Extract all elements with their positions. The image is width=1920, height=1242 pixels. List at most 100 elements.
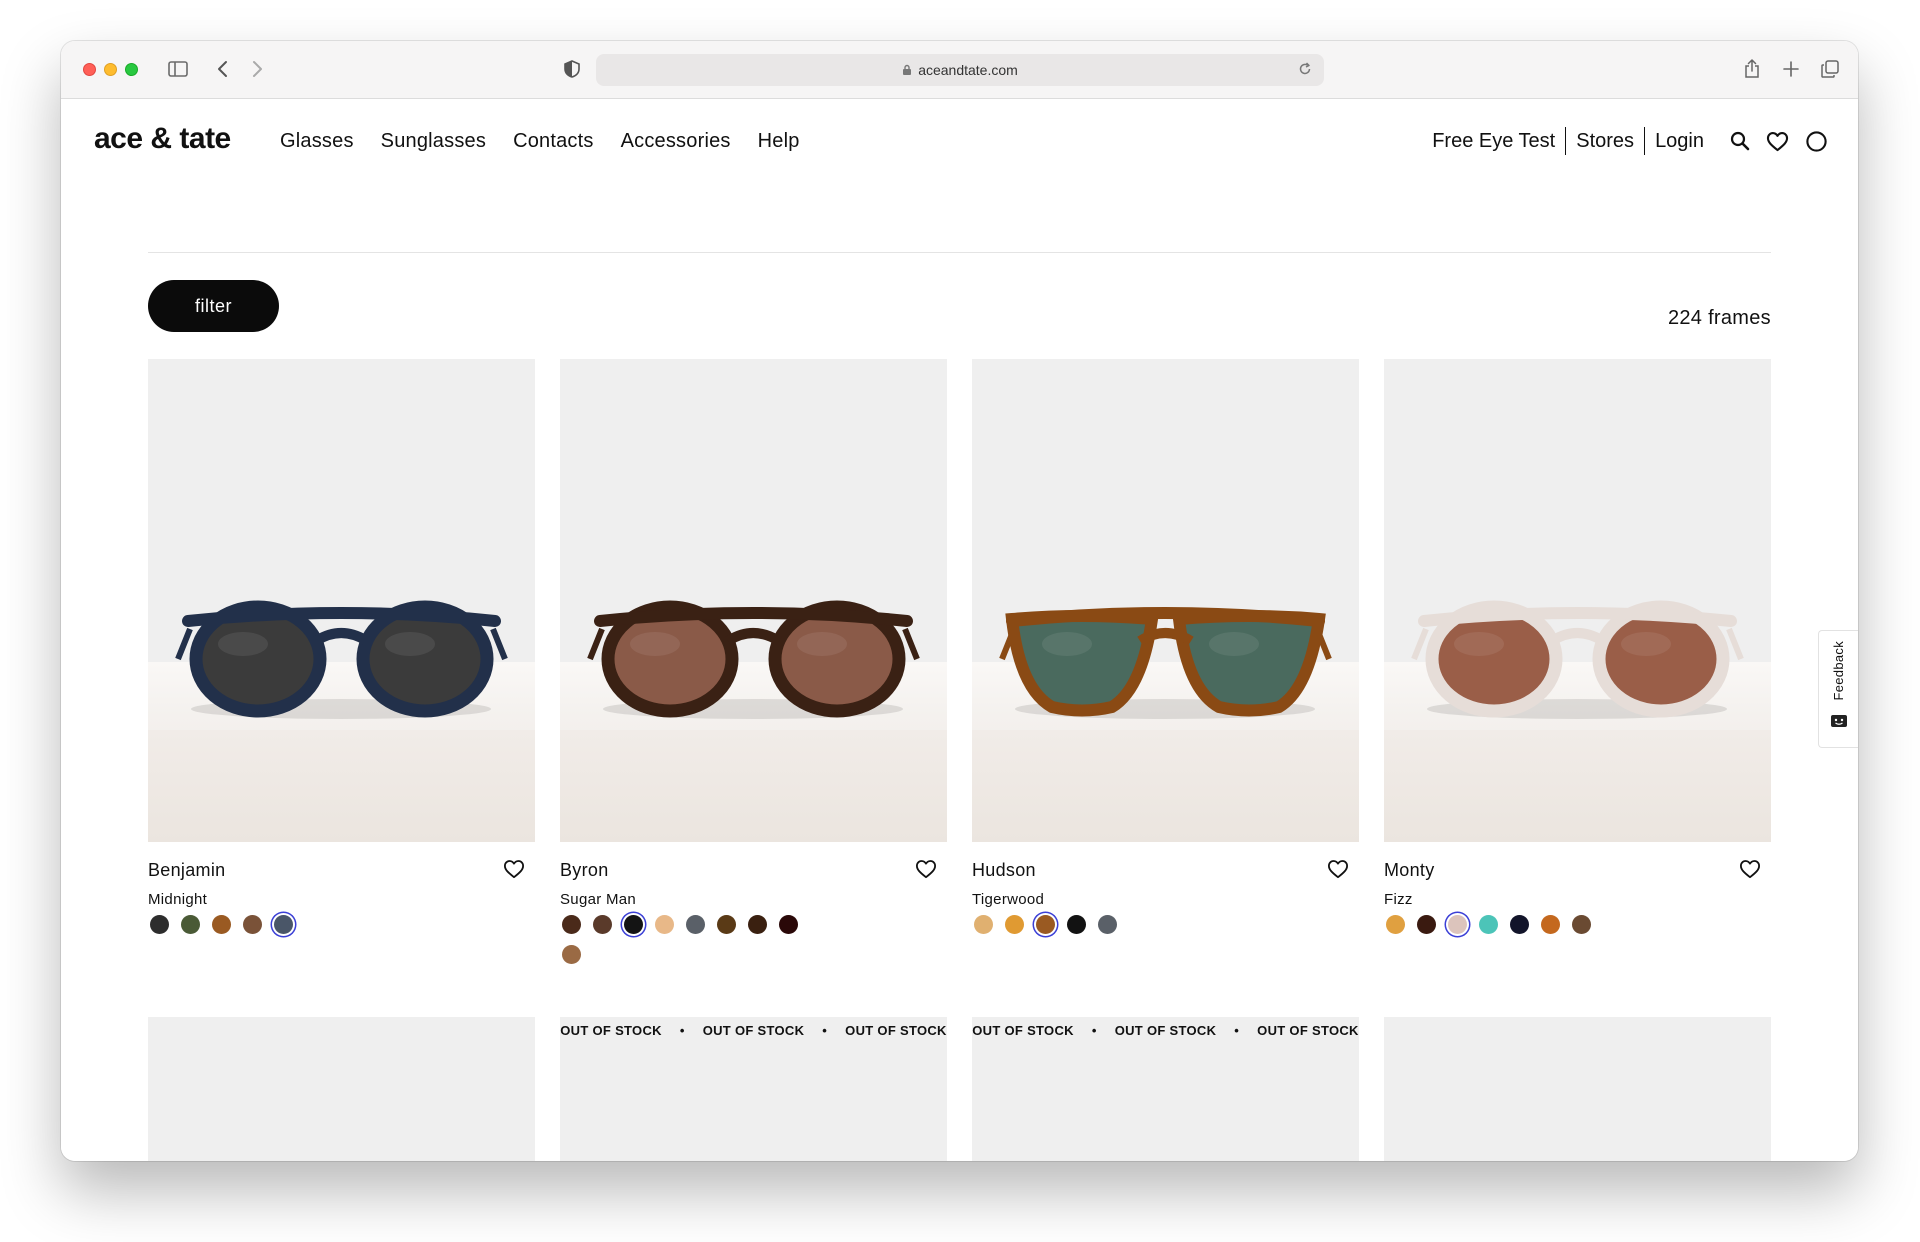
color-swatches [974, 915, 1214, 934]
tab-overview-icon[interactable] [1819, 55, 1841, 83]
color-swatch[interactable] [1067, 915, 1086, 934]
nav-help[interactable]: Help [758, 130, 800, 153]
out-of-stock-label: OUT OF STOCK [972, 1023, 1074, 1038]
product-image[interactable] [1384, 1017, 1771, 1161]
stock-banner: OUT OF STOCK • OUT OF STOCK • OUT OF STOCK [560, 1023, 947, 1038]
color-swatch[interactable] [1448, 915, 1467, 934]
wishlist-heart-icon[interactable] [1766, 131, 1789, 152]
product-image[interactable]: OUT OF STOCK • OUT OF STOCK • OUT OF STOCK [560, 1017, 947, 1161]
stores-link[interactable]: Stores [1566, 127, 1644, 155]
browser-toolbar: aceandtate.com [61, 41, 1858, 99]
color-swatch[interactable] [562, 945, 581, 964]
product-color-name: Fizz [1384, 891, 1413, 908]
color-swatch[interactable] [1541, 915, 1560, 934]
color-swatch[interactable] [593, 915, 612, 934]
frame-count: 224 frames [1667, 307, 1771, 329]
color-swatch[interactable] [1005, 915, 1024, 934]
favorite-heart-icon[interactable] [1327, 859, 1349, 879]
product-image[interactable] [148, 359, 535, 842]
out-of-stock-label: OUT OF STOCK [845, 1023, 947, 1038]
close-window-button[interactable] [83, 63, 96, 76]
separator-dot: • [679, 1023, 685, 1038]
stock-banner: OUT OF STOCK • OUT OF STOCK • OUT OF STOCK [972, 1023, 1359, 1038]
color-swatch[interactable] [150, 915, 169, 934]
color-swatches [562, 915, 802, 964]
color-swatch[interactable] [212, 915, 231, 934]
feedback-tab[interactable]: Feedback [1818, 630, 1858, 748]
color-swatch[interactable] [181, 915, 200, 934]
color-swatch[interactable] [748, 915, 767, 934]
product-name[interactable]: Byron [560, 860, 609, 881]
share-icon[interactable] [1741, 55, 1763, 83]
out-of-stock-label: OUT OF STOCK [1114, 1023, 1217, 1038]
product-image[interactable] [560, 359, 947, 842]
new-tab-icon[interactable] [1780, 55, 1802, 83]
favorite-heart-icon[interactable] [915, 859, 937, 879]
zoom-window-button[interactable] [125, 63, 138, 76]
lock-icon [902, 64, 912, 76]
privacy-shield-icon[interactable] [561, 55, 583, 83]
separator-dot: • [822, 1023, 828, 1038]
browser-window: aceandtate.com ace & tate Glasses Sungla… [61, 41, 1858, 1161]
separator-dot: • [1234, 1023, 1240, 1038]
out-of-stock-label: OUT OF STOCK [702, 1023, 805, 1038]
filter-button[interactable]: filter [148, 280, 279, 332]
color-swatch[interactable] [1417, 915, 1436, 934]
product-image[interactable] [148, 1017, 535, 1161]
color-swatch[interactable] [1510, 915, 1529, 934]
color-swatch[interactable] [779, 915, 798, 934]
color-swatch[interactable] [974, 915, 993, 934]
color-swatch[interactable] [1386, 915, 1405, 934]
color-swatch[interactable] [562, 915, 581, 934]
color-swatches [1386, 915, 1626, 934]
product-image[interactable] [972, 359, 1359, 842]
color-swatch[interactable] [1036, 915, 1055, 934]
feedback-label: Feedback [1831, 641, 1846, 701]
minimize-window-button[interactable] [104, 63, 117, 76]
header-divider [148, 252, 1771, 253]
cart-icon[interactable] [1805, 130, 1828, 153]
nav-sunglasses[interactable]: Sunglasses [381, 130, 486, 153]
product-color-name: Sugar Man [560, 891, 637, 908]
product-image[interactable] [1384, 359, 1771, 842]
address-url: aceandtate.com [918, 62, 1018, 78]
color-swatches [150, 915, 390, 934]
product-image[interactable]: OUT OF STOCK • OUT OF STOCK • OUT OF STOCK [972, 1017, 1359, 1161]
search-icon[interactable] [1730, 131, 1750, 151]
nav-accessories[interactable]: Accessories [621, 130, 731, 153]
nav-contacts[interactable]: Contacts [513, 130, 594, 153]
product-name[interactable]: Benjamin [148, 860, 225, 881]
color-swatch[interactable] [655, 915, 674, 934]
site-logo[interactable]: ace & tate [94, 122, 231, 156]
sidebar-toggle-icon[interactable] [166, 55, 190, 83]
color-swatch[interactable] [1098, 915, 1117, 934]
forward-arrow-icon[interactable] [247, 55, 269, 83]
favorite-heart-icon[interactable] [503, 859, 525, 879]
color-swatch[interactable] [1572, 915, 1591, 934]
product-name[interactable]: Hudson [972, 860, 1036, 881]
web-page: ace & tate Glasses Sunglasses Contacts A… [61, 100, 1858, 1161]
color-swatch[interactable] [243, 915, 262, 934]
free-eye-test-link[interactable]: Free Eye Test [1422, 127, 1565, 155]
separator-dot: • [1091, 1023, 1097, 1038]
reload-icon[interactable] [1298, 62, 1312, 76]
sunglasses-image [587, 600, 920, 719]
nav-glasses[interactable]: Glasses [280, 130, 354, 153]
out-of-stock-label: OUT OF STOCK [560, 1023, 662, 1038]
sunglasses-image [175, 600, 508, 719]
sunglasses-image [1411, 600, 1744, 719]
color-swatch[interactable] [274, 915, 293, 934]
login-link[interactable]: Login [1645, 127, 1714, 155]
product-name[interactable]: Monty [1384, 860, 1435, 881]
color-swatch[interactable] [624, 915, 643, 934]
product-color-name: Tigerwood [972, 891, 1045, 908]
out-of-stock-label: OUT OF STOCK [1257, 1023, 1359, 1038]
back-arrow-icon[interactable] [211, 55, 233, 83]
address-bar[interactable]: aceandtate.com [596, 54, 1324, 86]
color-swatch[interactable] [1479, 915, 1498, 934]
color-swatch[interactable] [686, 915, 705, 934]
product-color-name: Midnight [148, 891, 208, 908]
favorite-heart-icon[interactable] [1739, 859, 1761, 879]
color-swatch[interactable] [717, 915, 736, 934]
utility-nav: Free Eye Test Stores Login [1422, 127, 1828, 155]
